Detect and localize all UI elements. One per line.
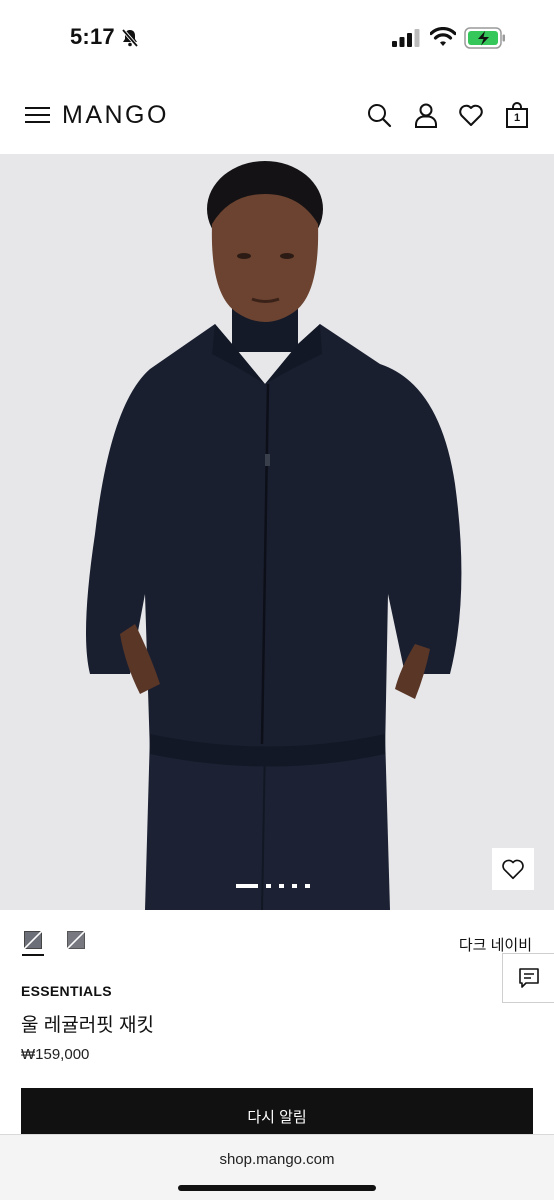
status-time: 5:17	[70, 24, 115, 49]
home-indicator[interactable]	[178, 1185, 376, 1191]
browser-url-bar[interactable]: shop.mango.com	[0, 1134, 554, 1200]
product-image-gallery[interactable]	[0, 154, 554, 910]
search-icon[interactable]	[366, 102, 392, 128]
carousel-dot-active[interactable]	[236, 884, 258, 888]
bell-muted-icon	[121, 28, 139, 48]
url-text[interactable]: shop.mango.com	[0, 1151, 554, 1168]
swatch-selected-underline	[22, 954, 44, 956]
product-collection: ESSENTIALS	[21, 983, 112, 999]
user-icon[interactable]	[413, 102, 439, 128]
battery-charging-icon	[464, 27, 505, 49]
brand-logo[interactable]: MANGO	[62, 101, 169, 130]
notify-me-button[interactable]: 다시 알림	[21, 1088, 533, 1140]
carousel-dot[interactable]	[305, 884, 310, 888]
carousel-indicator	[236, 884, 310, 888]
bag-button[interactable]: 1	[505, 102, 529, 128]
chat-button[interactable]	[502, 953, 554, 1003]
color-swatch[interactable]	[67, 931, 85, 949]
bag-count: 1	[513, 112, 521, 124]
chat-icon	[518, 968, 539, 988]
carousel-dot[interactable]	[279, 884, 284, 888]
wishlist-button[interactable]	[492, 848, 534, 890]
signal-icon	[392, 29, 420, 47]
heart-icon[interactable]	[458, 102, 484, 128]
carousel-dot[interactable]	[292, 884, 297, 888]
menu-icon[interactable]	[25, 106, 50, 124]
product-name: 울 레귤러핏 재킷	[21, 1015, 154, 1036]
heart-icon	[502, 859, 524, 880]
product-photo	[86, 161, 462, 910]
wifi-icon	[430, 27, 456, 46]
product-price: ₩159,000	[21, 1046, 90, 1063]
selected-color-name: 다크 네이비	[458, 937, 532, 954]
app-header: MANGO 1	[0, 74, 554, 154]
carousel-dot[interactable]	[266, 884, 271, 888]
color-swatch-selected[interactable]	[24, 931, 42, 949]
status-bar: 5:17	[0, 0, 554, 74]
